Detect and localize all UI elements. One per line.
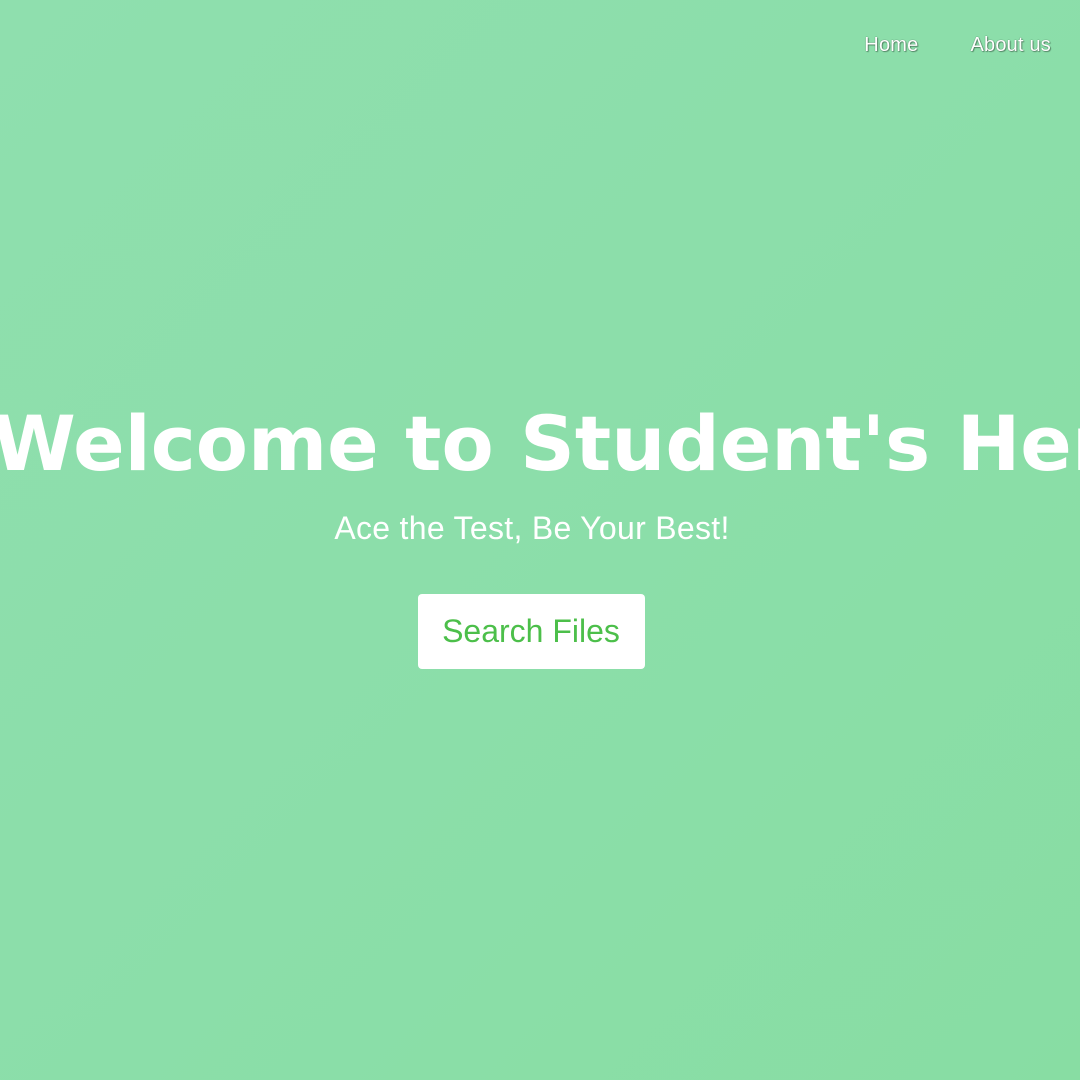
page: Home About us Welcome to Student's Hero …	[0, 0, 1080, 1080]
hero-section: Welcome to Student's Hero Ace the Test, …	[0, 398, 1080, 669]
hero-subtitle: Ace the Test, Be Your Best!	[334, 510, 730, 546]
nav-link-home[interactable]: Home	[864, 34, 918, 57]
top-nav: Home About us	[864, 34, 1051, 57]
hero-title: Welcome to Student's Hero	[0, 399, 1080, 488]
nav-link-about-us[interactable]: About us	[970, 34, 1051, 57]
search-files-button[interactable]: Search Files	[417, 594, 645, 669]
